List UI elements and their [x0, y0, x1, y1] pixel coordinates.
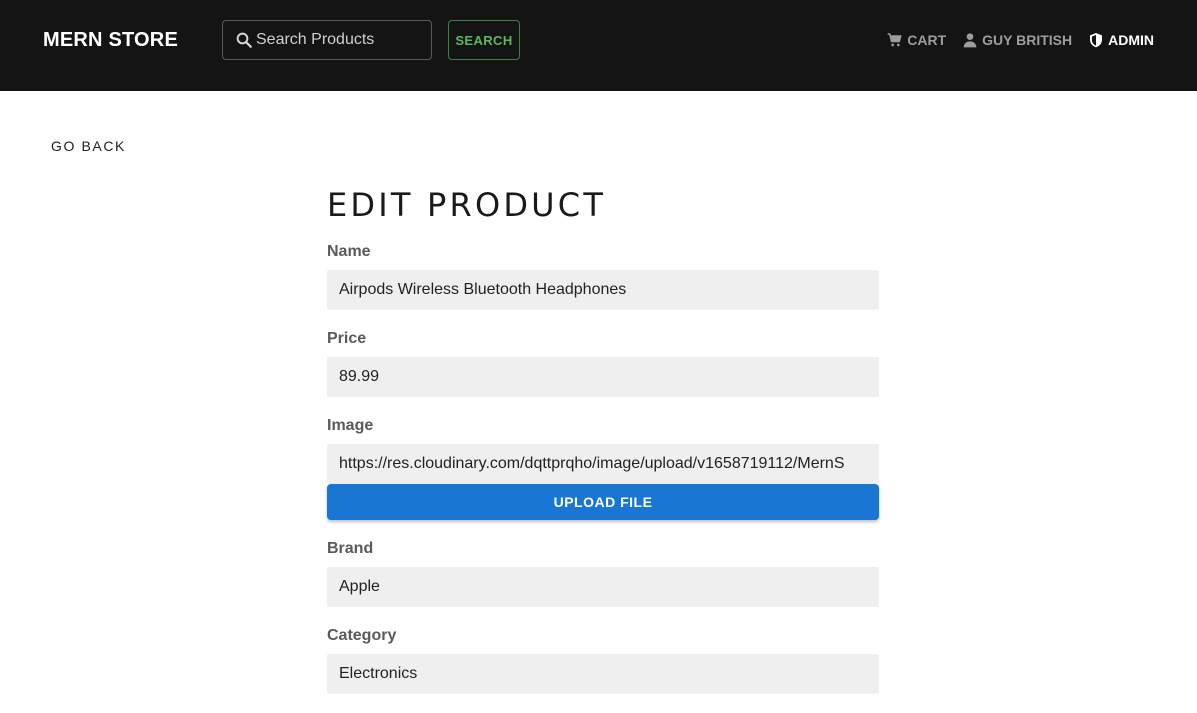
name-input[interactable] [327, 270, 879, 310]
search-button[interactable]: SEARCH [448, 20, 520, 60]
name-field-group: Name [327, 242, 879, 310]
nav-cart-label: CART [907, 32, 947, 48]
brand-label: Brand [327, 540, 374, 557]
search-icon [236, 32, 252, 48]
category-input[interactable] [327, 654, 879, 694]
nav-user-link[interactable]: GUY BRITISH [962, 32, 1072, 48]
brand-logo[interactable]: MERN STORE [43, 29, 178, 52]
shield-icon [1090, 33, 1103, 48]
category-field-group: Category [327, 626, 879, 694]
image-url-input[interactable] [327, 444, 879, 484]
nav-admin-label: ADMIN [1108, 32, 1154, 48]
nav-user-label: GUY BRITISH [982, 32, 1073, 48]
brand-input[interactable] [327, 567, 879, 607]
brand-field-group: Brand [327, 539, 879, 607]
nav-admin-link[interactable]: ADMIN [1088, 32, 1154, 48]
navbar: MERN STORE SEARCH CART GUY BRITISH [0, 0, 1197, 91]
image-field-group: Image UPLOAD FILE [327, 416, 879, 520]
price-input[interactable] [327, 357, 879, 397]
cart-icon [887, 33, 902, 47]
name-label: Name [327, 243, 371, 260]
upload-file-button[interactable]: UPLOAD FILE [327, 484, 879, 520]
page-title: EDIT PRODUCT [327, 186, 607, 224]
nav-cart-link[interactable]: CART [887, 32, 946, 48]
edit-product-form: EDIT PRODUCT Name Price Image UPLOAD FIL… [327, 186, 879, 713]
nav-links: CART GUY BRITISH ADMIN [887, 31, 1154, 49]
search-box[interactable] [222, 20, 432, 60]
category-label: Category [327, 627, 397, 644]
price-label: Price [327, 330, 367, 347]
price-field-group: Price [327, 329, 879, 397]
user-icon [963, 33, 977, 48]
search-input[interactable] [256, 31, 426, 49]
go-back-link[interactable]: GO BACK [51, 138, 126, 154]
image-label: Image [327, 417, 374, 434]
